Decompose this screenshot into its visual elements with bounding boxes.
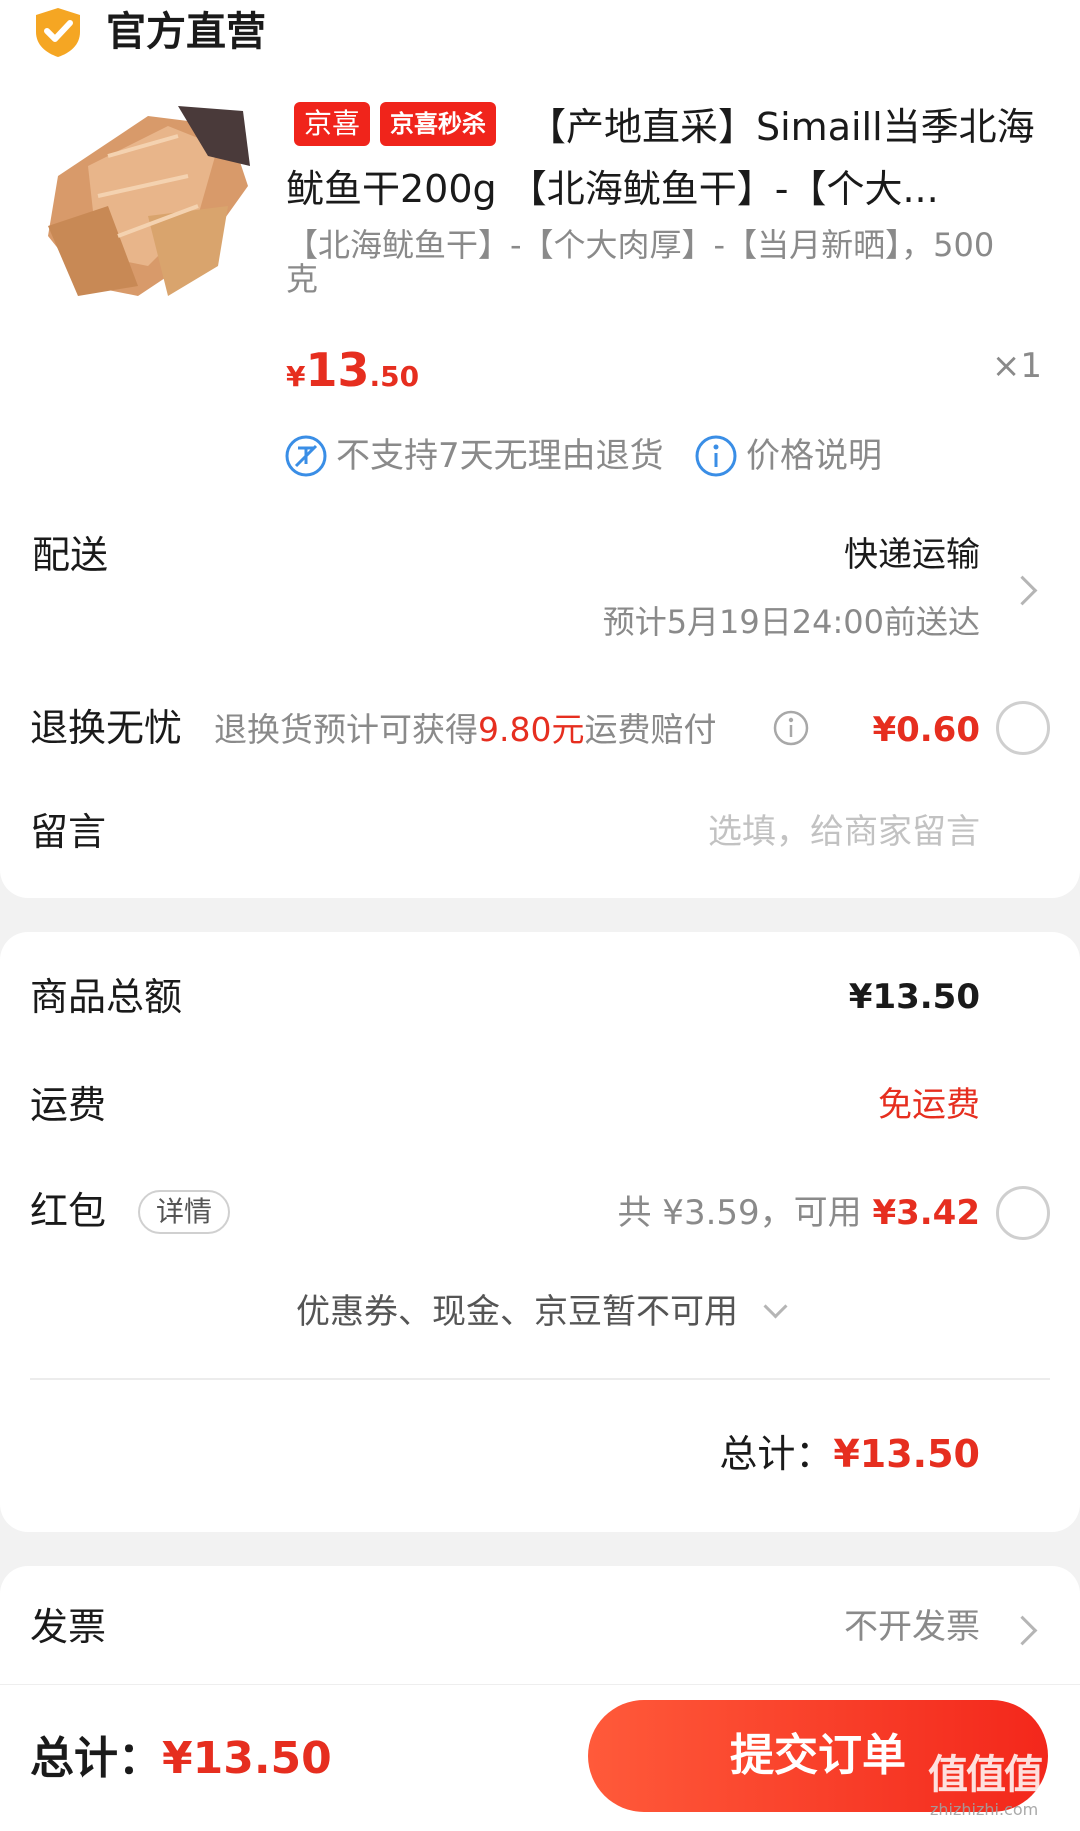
invoice-card[interactable]: 发票 不开发票 xyxy=(0,1566,1080,1686)
shipping-label: 运费 xyxy=(30,1083,107,1127)
return-insurance-label: 退换无忧 xyxy=(30,706,183,750)
unavailable-toggle[interactable]: 优惠券、现金、京豆暂不可用 xyxy=(0,1282,1080,1342)
summary-card: 商品总额 ¥13.50 运费 免运费 红包 详情 共 ¥3.59，可用 ¥3.4… xyxy=(0,932,1080,1532)
summary-total-label: 总计： xyxy=(719,1432,834,1476)
redpack-amount: 共 ¥3.59，可用 ¥3.42 xyxy=(618,1190,981,1236)
message-label: 留言 xyxy=(30,810,107,854)
order-card: 官方直营 京喜 京喜秒杀 【产地直采】Simaill当季北海鱿鱼干200g 【北… xyxy=(0,0,1080,898)
product-image[interactable] xyxy=(28,96,256,322)
desc-suffix: 运费赔付 xyxy=(584,710,717,749)
price-note-link[interactable]: 价格说明 xyxy=(746,432,882,480)
no-return-icon xyxy=(284,434,328,482)
bottom-total-value: ¥13.50 xyxy=(162,1733,332,1784)
redpack-total: 共 ¥3.59，可用 xyxy=(617,1193,873,1233)
price-decimal: .50 xyxy=(369,360,420,393)
summary-total: 总计：¥13.50 xyxy=(719,1426,980,1490)
summary-total-value: ¥13.50 xyxy=(833,1432,980,1476)
desc-prefix: 退换货预计可获得 xyxy=(214,710,478,749)
delivery-row[interactable]: 配送 快递运输 预计5月19日24:00前送达 xyxy=(0,520,1080,650)
redpack-usable: ¥3.42 xyxy=(872,1193,980,1233)
chevron-down-icon xyxy=(763,1294,788,1319)
shipping-value: 免运费 xyxy=(878,1085,980,1125)
goods-total-value: ¥13.50 xyxy=(848,977,980,1017)
no-return-text: 不支持7天无理由退货 xyxy=(336,436,664,476)
price-integer: 13 xyxy=(305,343,370,397)
redpack-radio[interactable] xyxy=(996,1186,1050,1240)
chevron-right-icon xyxy=(1007,1615,1038,1646)
info-icon[interactable] xyxy=(772,709,810,751)
delivery-label: 配送 xyxy=(32,533,109,577)
product-title-text: 【产地直采】Simaill当季北海鱿鱼干200g 【北海鱿鱼干】-【个大... xyxy=(286,105,1035,211)
watermark-domain: zhizhizhi.com xyxy=(930,1800,1039,1819)
message-input[interactable]: 选填，给商家留言 xyxy=(708,809,980,855)
product-price: ¥13.50 xyxy=(286,340,419,411)
bottom-total: 总计：¥13.50 xyxy=(30,1729,332,1798)
return-insurance-radio[interactable] xyxy=(996,701,1050,755)
desc-amount: 9.80元 xyxy=(478,710,585,749)
invoice-value: 不开发票 xyxy=(844,1607,980,1647)
shield-icon xyxy=(32,6,84,62)
unavailable-text: 优惠券、现金、京豆暂不可用 xyxy=(295,1292,738,1332)
goods-total-label: 商品总额 xyxy=(30,975,183,1019)
info-icon[interactable] xyxy=(694,434,738,482)
delivery-eta: 预计5月19日24:00前送达 xyxy=(602,603,980,641)
price-symbol: ¥ xyxy=(286,360,306,393)
return-insurance-row[interactable]: 退换无忧 退换货预计可获得9.80元运费赔付 ¥0.60 xyxy=(0,695,1080,765)
chevron-right-icon xyxy=(1007,575,1038,606)
shop-name[interactable]: 官方直营 xyxy=(106,6,266,58)
message-row[interactable]: 留言 选填，给商家留言 xyxy=(0,805,1080,865)
invoice-label: 发票 xyxy=(30,1605,107,1649)
bottom-total-label: 总计： xyxy=(30,1733,162,1784)
delivery-method: 快递运输 xyxy=(844,535,980,575)
divider xyxy=(30,1378,1050,1380)
return-insurance-price: ¥0.60 xyxy=(872,710,980,750)
watermark-logo: 值值值 xyxy=(928,1752,1044,1798)
product-spec[interactable]: 【北海鱿鱼干】-【个大肉厚】-【当月新晒】，500克 xyxy=(286,228,1026,296)
return-insurance-desc: 退换货预计可获得9.80元运费赔付 xyxy=(214,707,716,753)
redpack-label: 红包 xyxy=(30,1189,107,1233)
product-title[interactable]: 【产地直采】Simaill当季北海鱿鱼干200g 【北海鱿鱼干】-【个大... xyxy=(286,96,1046,220)
redpack-detail-button[interactable]: 详情 xyxy=(138,1190,231,1234)
quantity: ×1 xyxy=(991,346,1042,386)
